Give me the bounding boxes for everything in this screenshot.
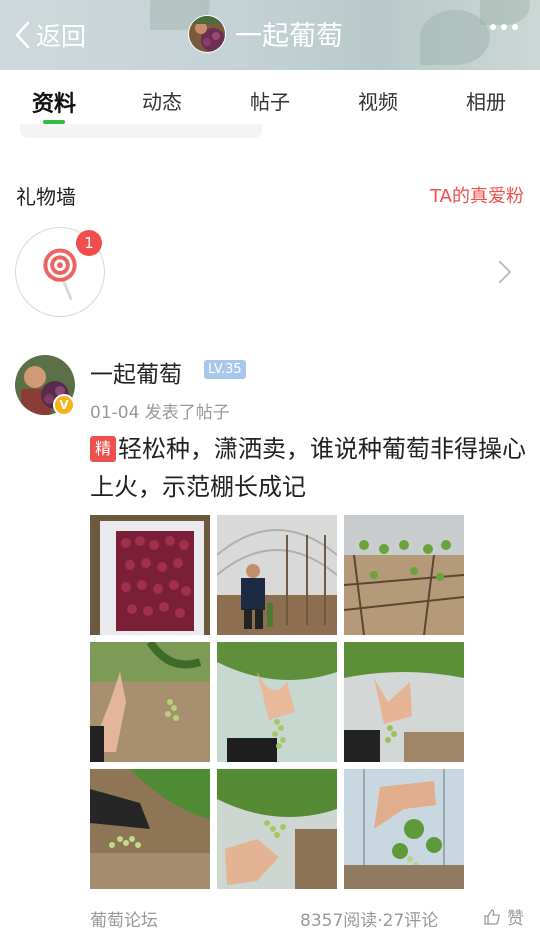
photo-grid [90,515,465,890]
top-bar: 返回 一起葡萄 [0,0,540,70]
tab-activity[interactable]: 动态 [108,70,216,126]
post-photo[interactable] [344,515,464,635]
back-label: 返回 [36,22,87,51]
featured-badge: 精 [90,436,116,462]
post-photo[interactable] [217,515,337,635]
post-photo[interactable] [344,642,464,762]
post-photo[interactable] [344,769,464,889]
post-photo[interactable] [90,515,210,635]
level-badge: LV.35 [204,360,246,379]
post-author[interactable]: 一起葡萄 [90,355,182,389]
avatar [188,14,226,53]
post-stats: 8357阅读·27评论 [300,911,439,931]
post-title[interactable]: 精轻松种，潇洒卖，谁说种葡萄非得操心上火，示范棚长成记 [90,430,530,506]
tab-album[interactable]: 相册 [432,70,540,126]
chevron-left-icon [15,21,30,49]
like-button[interactable]: 赞 [483,904,524,929]
post-meta: 01-04 发表了帖子 [90,403,230,423]
verified-badge: V [53,394,75,416]
forum-name[interactable]: 葡萄论坛 [90,906,158,931]
like-label: 赞 [507,909,524,929]
gift-wall-title: 礼物墙 [16,185,76,209]
thumbs-up-icon [484,908,500,925]
tab-bar: 资料 动态 帖子 视频 相册 [0,70,540,126]
more-icon[interactable] [490,24,518,30]
title-text: 一起葡萄 [235,21,343,52]
post-photo[interactable] [90,769,210,889]
tab-profile[interactable]: 资料 [0,70,108,126]
back-button[interactable]: 返回 [12,16,86,54]
post-photo[interactable] [217,642,337,762]
chevron-right-icon[interactable] [498,260,512,284]
true-fans-link[interactable]: TA的真爱粉 [430,182,524,208]
tab-videos[interactable]: 视频 [324,70,432,126]
post-title-text: 轻松种，潇洒卖，谁说种葡萄非得操心上火，示范棚长成记 [90,435,526,501]
gift-count-badge: 1 [76,230,102,256]
tab-posts[interactable]: 帖子 [216,70,324,126]
post-photo[interactable] [90,642,210,762]
post-photo[interactable] [217,769,337,889]
page-title: 一起葡萄 [188,14,343,53]
divider [20,124,262,138]
